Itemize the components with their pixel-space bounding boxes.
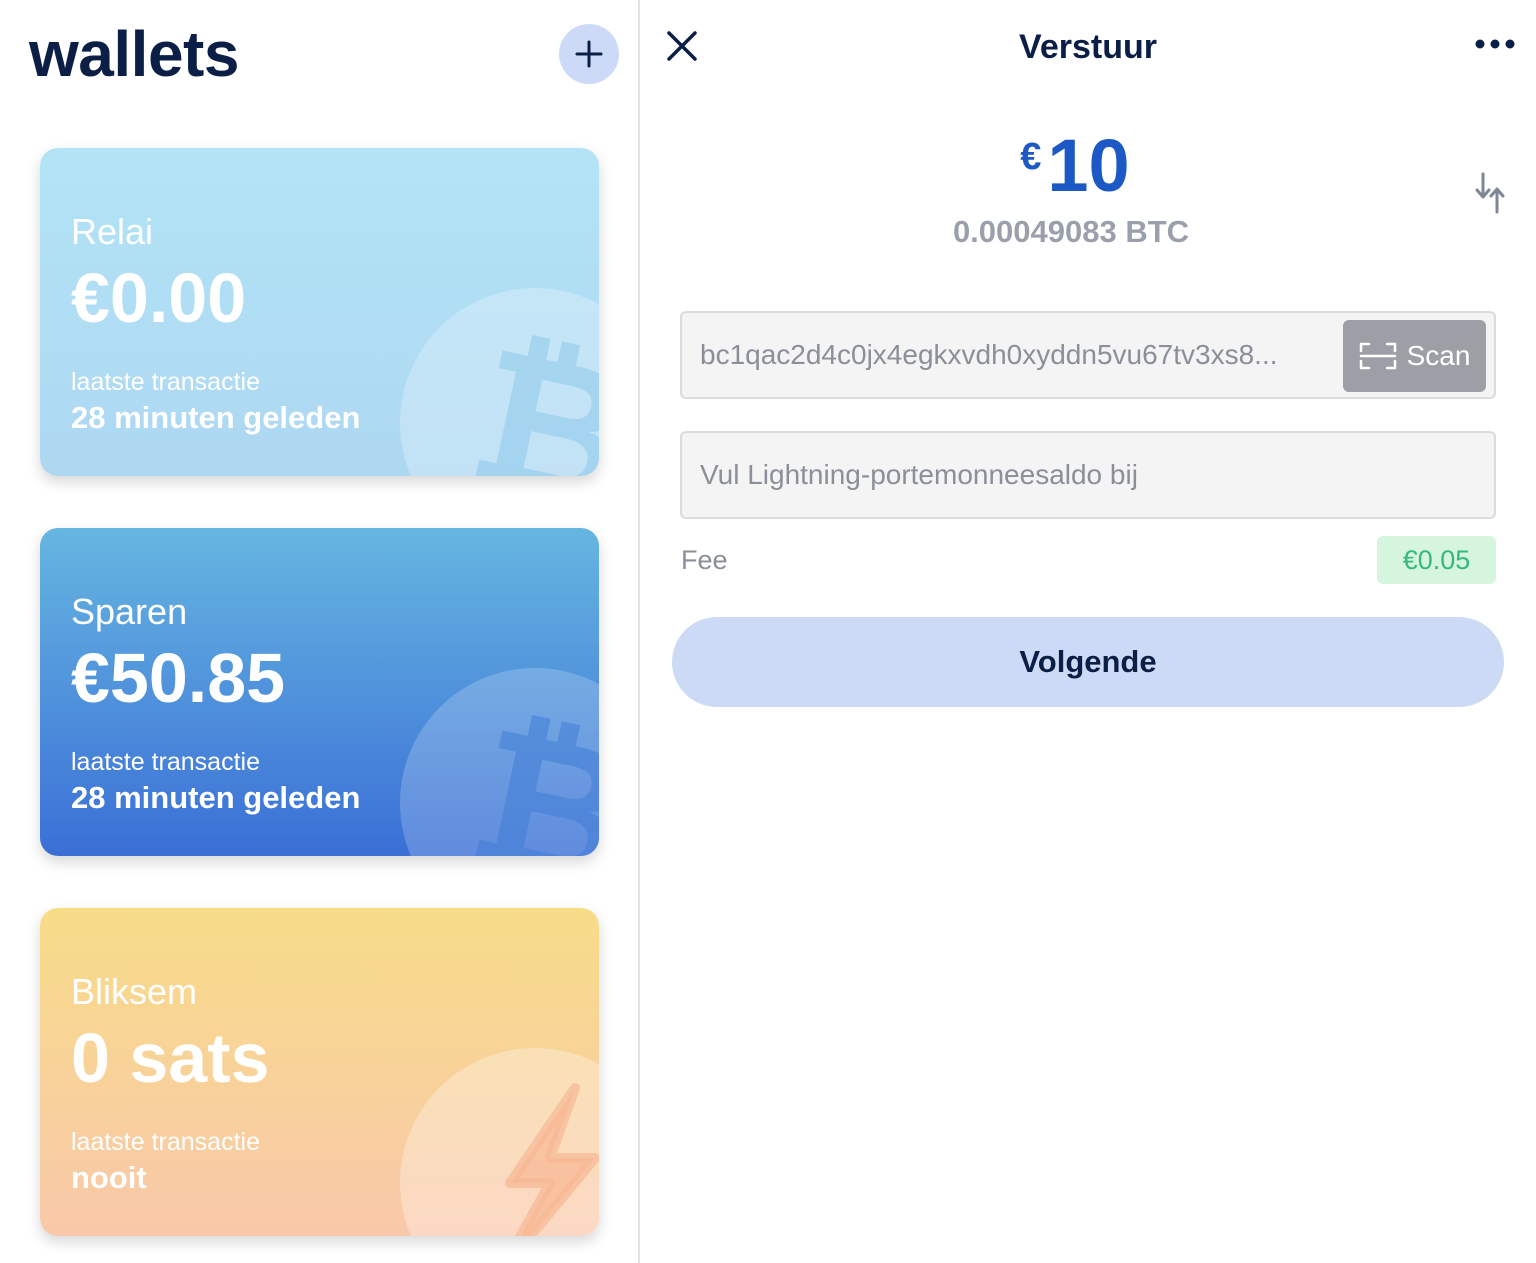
- wallet-name: Bliksem: [71, 971, 198, 1012]
- wallet-balance: 0 sats: [71, 1019, 270, 1097]
- next-button[interactable]: Volgende: [672, 617, 1504, 707]
- wallet-name: Sparen: [71, 591, 188, 632]
- amount-btc: 0.00049083 BTC: [952, 214, 1190, 249]
- bitcoin-icon: ₿: [400, 668, 599, 856]
- more-horizontal-icon: [1475, 39, 1515, 49]
- wallets-panel: wallets ₿ Relai €0.00 laatste transactie…: [0, 0, 638, 1263]
- scan-button[interactable]: Scan: [1343, 320, 1486, 392]
- wallets-title: wallets: [29, 18, 239, 90]
- wallet-balance: €50.85: [71, 639, 286, 717]
- memo-input[interactable]: Vul Lightning-portemonneesaldo bij: [680, 431, 1496, 519]
- fee-value[interactable]: €0.05: [1377, 536, 1496, 584]
- page-title: Verstuur: [1019, 28, 1157, 66]
- lightning-icon: [400, 1048, 599, 1236]
- close-button[interactable]: [664, 28, 700, 64]
- fee-label: Fee: [681, 545, 728, 575]
- wallet-card-bliksem[interactable]: Bliksem 0 sats laatste transactie nooit: [40, 908, 599, 1236]
- latest-transaction-value: nooit: [71, 1160, 147, 1195]
- panel-divider: [638, 0, 640, 1263]
- switch-unit-button[interactable]: [1472, 170, 1508, 216]
- address-input[interactable]: bc1qac2d4c0jx4egkxvdh0xyddn5vu67tv3xs8..…: [680, 311, 1496, 399]
- latest-transaction-label: laatste transactie: [71, 748, 260, 776]
- latest-transaction-value: 28 minuten geleden: [71, 400, 361, 435]
- address-value: bc1qac2d4c0jx4egkxvdh0xyddn5vu67tv3xs8..…: [700, 339, 1278, 370]
- swap-vertical-icon: [1475, 172, 1505, 214]
- latest-transaction-value: 28 minuten geleden: [71, 780, 361, 815]
- amount-value: 10: [1047, 124, 1130, 207]
- scan-icon: [1359, 342, 1396, 370]
- wallet-name: Relai: [71, 211, 154, 252]
- amount-currency: €: [1020, 136, 1042, 178]
- plus-icon: [575, 40, 603, 68]
- wallet-card-relai[interactable]: ₿ Relai €0.00 laatste transactie 28 minu…: [40, 148, 599, 476]
- latest-transaction-label: laatste transactie: [71, 1128, 260, 1156]
- latest-transaction-label: laatste transactie: [71, 368, 260, 396]
- memo-placeholder: Vul Lightning-portemonneesaldo bij: [700, 459, 1138, 490]
- amount-display[interactable]: €10: [940, 126, 1210, 206]
- bitcoin-icon: ₿: [400, 288, 599, 476]
- close-icon: [667, 31, 697, 61]
- wallet-card-sparen[interactable]: ₿ Sparen €50.85 laatste transactie 28 mi…: [40, 528, 599, 856]
- scan-label: Scan: [1406, 340, 1471, 371]
- more-options-button[interactable]: [1472, 30, 1518, 58]
- add-wallet-button[interactable]: [559, 24, 619, 84]
- wallet-balance: €0.00: [71, 259, 247, 337]
